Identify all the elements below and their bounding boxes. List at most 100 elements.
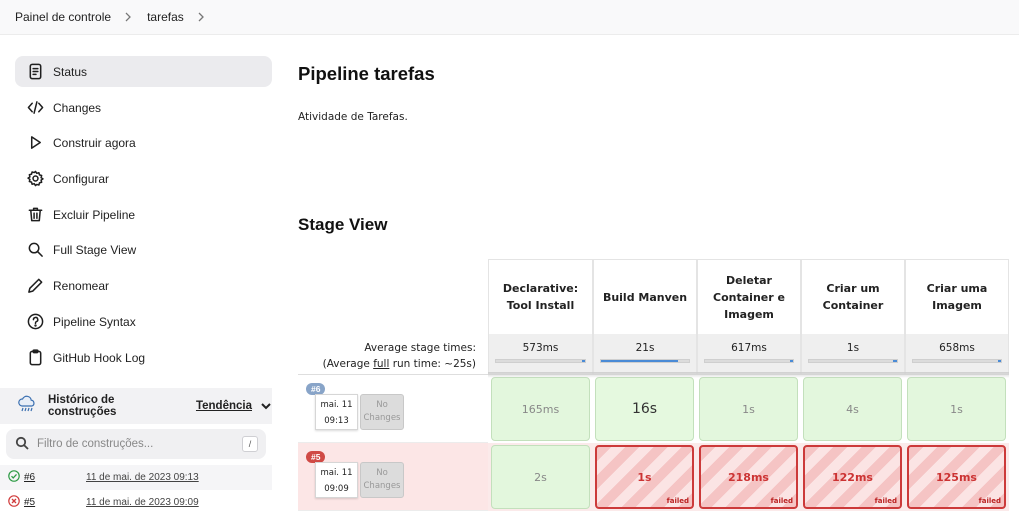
build-history-row[interactable]: #5 11 de mai. de 2023 09:09 — [0, 490, 272, 514]
sidebar: Status Changes Construir agora Configura… — [0, 35, 280, 514]
chevron-down-icon[interactable] — [260, 400, 272, 412]
build-number-link[interactable]: #6 — [24, 472, 84, 483]
table-shadow — [488, 372, 1009, 378]
average-stage-times-text: Average stage times: — [364, 342, 476, 354]
success-check-icon — [8, 470, 20, 485]
stage-cell[interactable]: 1s — [907, 377, 1006, 441]
sidebar-item-label: Configurar — [53, 171, 110, 186]
stage-cell-value: 125ms — [936, 470, 977, 484]
no-changes-box[interactable]: No Changes — [360, 394, 404, 430]
stage-cell-failed[interactable]: 122ms failed — [803, 445, 902, 509]
avg-run-prefix: (Average — [322, 358, 374, 370]
chevron-right-icon[interactable] — [196, 12, 206, 22]
build-date-link[interactable]: 11 de mai. de 2023 09:09 — [86, 497, 199, 508]
sidebar-item-build-now[interactable]: Construir agora — [15, 127, 272, 158]
run-date-day: mai. 11 — [320, 468, 353, 478]
sidebar-item-rename[interactable]: Renomear — [15, 270, 272, 301]
sidebar-item-status[interactable]: Status — [15, 56, 272, 87]
sidebar-item-delete-pipeline[interactable]: Excluir Pipeline — [15, 199, 272, 230]
run-date-time: 09:13 — [324, 416, 349, 426]
stage-header: Build Manven — [593, 259, 697, 334]
stage-cell-failed[interactable]: 1s failed — [595, 445, 694, 509]
stage-average: 617ms — [697, 334, 801, 374]
stage-cell-value: 218ms — [728, 470, 769, 484]
sidebar-item-label: Status — [53, 64, 88, 79]
stage-cell-failed[interactable]: 125ms failed — [907, 445, 1006, 509]
run-row-5: #5 mai. 11 09:09 No Changes — [298, 443, 488, 511]
sidebar-item-label: Excluir Pipeline — [53, 207, 136, 222]
sidebar-item-label: Construir agora — [53, 135, 136, 150]
gear-icon — [26, 170, 44, 188]
stage-average-bar-fill — [601, 360, 678, 362]
stage-cell[interactable]: 4s — [803, 377, 902, 441]
failed-label: failed — [978, 497, 1001, 505]
sidebar-item-pipeline-syntax[interactable]: Pipeline Syntax — [15, 306, 272, 337]
play-icon — [26, 134, 44, 152]
trash-icon — [26, 206, 44, 224]
search-icon — [15, 436, 29, 453]
build-filter: / — [6, 429, 266, 459]
build-history-panel: Histórico de construções Tendência / #6 … — [0, 388, 272, 514]
failed-label: failed — [666, 497, 689, 505]
sidebar-item-label: Full Stage View — [53, 242, 137, 257]
trend-link[interactable]: Tendência — [196, 400, 252, 412]
stage-header: Criar uma Imagem — [905, 259, 1009, 334]
run-row-6: #6 mai. 11 09:13 No Changes — [298, 375, 488, 443]
failed-x-icon — [8, 495, 20, 510]
build-number-link[interactable]: #5 — [24, 497, 84, 508]
stage-average-bar-fill — [998, 360, 1001, 362]
stage-average-bar-fill — [582, 360, 585, 362]
sidebar-item-label: GitHub Hook Log — [53, 350, 146, 365]
build-date-link[interactable]: 11 de mai. de 2023 09:13 — [86, 472, 199, 483]
run-date-time: 09:09 — [324, 484, 349, 494]
stage-average-value: 1s — [846, 342, 860, 354]
stage-average-bar — [808, 359, 898, 363]
pencil-icon — [26, 277, 44, 295]
sidebar-item-label: Changes — [53, 100, 102, 115]
page-title: Pipeline tarefas — [298, 63, 435, 84]
stage-header: Declarative: Tool Install — [488, 259, 593, 334]
stage-cell-value: 122ms — [832, 470, 873, 484]
weather-rain-icon — [17, 395, 37, 418]
average-times-label: Average stage times: (Average full run t… — [298, 334, 488, 374]
failed-label: failed — [770, 497, 793, 505]
sidebar-item-github-hook-log[interactable]: GitHub Hook Log — [15, 342, 272, 373]
run-date: mai. 11 09:09 — [315, 462, 358, 498]
stage-average: 573ms — [488, 334, 593, 374]
avg-run-suffix: run time: ~25s) — [389, 358, 476, 370]
stage-average-bar — [495, 359, 586, 363]
stage-cell[interactable]: 2s — [491, 445, 590, 509]
clipboard-icon — [26, 349, 44, 367]
run-date-day: mai. 11 — [320, 400, 353, 410]
stage-cell-failed[interactable]: 218ms failed — [699, 445, 798, 509]
stage-cell[interactable]: 1s — [699, 377, 798, 441]
stage-cell[interactable]: 16s — [595, 377, 694, 441]
breadcrumb-tarefas[interactable]: tarefas — [147, 10, 184, 24]
failed-label: failed — [874, 497, 897, 505]
code-icon — [26, 99, 44, 117]
stage-view-title: Stage View — [298, 215, 388, 234]
build-history-row[interactable]: #6 11 de mai. de 2023 09:13 — [0, 465, 272, 490]
stage-average-bar-fill — [790, 360, 793, 362]
stage-average: 658ms — [905, 334, 1009, 374]
stage-average-value: 573ms — [522, 342, 559, 354]
full-run-link[interactable]: full — [373, 358, 389, 370]
search-icon — [26, 241, 44, 259]
stage-average-bar-fill — [892, 360, 897, 362]
build-filter-input[interactable] — [37, 438, 232, 450]
sidebar-item-label: Pipeline Syntax — [53, 314, 136, 329]
average-run-time-text: (Average full run time: ~25s) — [298, 356, 476, 372]
stage-cell-value: 1s — [637, 470, 652, 484]
stage-average-value: 21s — [635, 342, 655, 354]
sidebar-item-changes[interactable]: Changes — [15, 92, 272, 123]
no-changes-box[interactable]: No Changes — [360, 462, 404, 498]
stage-average-bar — [912, 359, 1002, 363]
sidebar-item-configure[interactable]: Configurar — [15, 163, 272, 194]
document-icon — [26, 63, 44, 81]
sidebar-item-full-stage-view[interactable]: Full Stage View — [15, 234, 272, 265]
stage-average: 1s — [801, 334, 905, 374]
stage-cell[interactable]: 165ms — [491, 377, 590, 441]
breadcrumb-dashboard[interactable]: Painel de controle — [15, 10, 111, 24]
sidebar-item-label: Renomear — [53, 278, 110, 293]
stage-average-bar — [704, 359, 794, 363]
